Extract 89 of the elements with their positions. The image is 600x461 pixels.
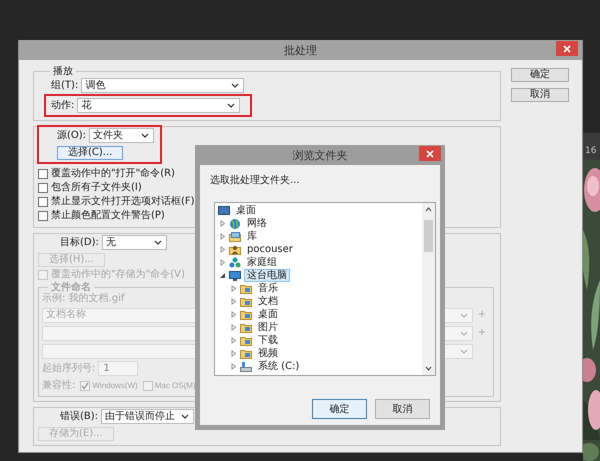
checkbox-label: 禁止颜色配置文件警告(P) [51,210,165,222]
field-label: 动作: [51,100,74,112]
button[interactable]: 确定 [312,399,367,419]
window-title: 批处理 [284,44,317,56]
expand-arrow-icon[interactable] [230,285,237,292]
globe-icon [229,218,241,230]
group-title: 文件命名 [50,282,91,293]
checkbox-label: 覆盖动作中的"存储为"命令(V) [51,269,185,281]
checkbox-label: 包含所有子文件夹(I) [51,182,142,194]
tree-item[interactable]: 这台电脑 [244,269,290,282]
chevron-down-icon [181,414,190,419]
scroll-thumb[interactable] [424,220,433,252]
dropdown[interactable]: 调色 [81,78,244,93]
user-folder-icon [229,244,241,256]
drive-icon [240,360,252,372]
expand-arrow-icon[interactable] [230,363,237,370]
field-label: 组(T): [51,80,78,92]
tree-item[interactable]: 系统 (C:) [255,360,302,373]
folder-stack-icon [229,230,241,242]
expand-arrow-icon[interactable] [219,220,226,227]
checkbox-label: 覆盖动作中的"打开"命令(R) [51,168,175,180]
tree-item[interactable]: 图片 [255,321,281,334]
scroll-up-icon [425,207,432,212]
scrollbar[interactable] [422,203,435,375]
prompt-text: 选取批处理文件夹... [210,174,301,187]
expand-arrow-icon[interactable] [230,311,237,318]
tree-item[interactable]: 网络 [244,217,270,230]
chevron-down-icon [460,312,468,318]
close-button[interactable] [419,146,441,161]
folder-icon [240,334,252,346]
checkbox[interactable] [38,183,48,193]
checkbox-label: Windows(W) [92,380,138,392]
panel-tab-text: 16 [584,145,598,158]
folder-icon [240,308,252,320]
expand-arrow-icon[interactable] [219,259,226,266]
chevron-down-icon [460,348,468,354]
folder-icon [240,348,252,360]
dropdown[interactable]: 无 [102,235,167,250]
expand-arrow-icon[interactable] [219,233,226,240]
example-text: 示例: 我的文档.gif [42,293,124,306]
expand-arrow-icon[interactable] [230,350,237,357]
checkbox[interactable] [38,197,48,207]
tree-item[interactable]: 视频 [255,347,281,360]
expand-arrow-icon[interactable] [219,246,226,253]
checkbox-label: 禁止显示文件打开选项对话框(F) [51,196,195,208]
field-label: 错误(B): [60,410,98,422]
field-label: 起始序列号: [42,362,96,374]
checkbox[interactable] [38,211,48,221]
checkbox-label: Mac OS(M) [154,380,196,392]
close-icon [426,150,434,158]
tree-item[interactable]: pocouser [244,243,296,256]
button[interactable]: 选择(C)... [57,146,124,160]
folder-icon [240,296,252,308]
tree-item[interactable]: 文档 [255,295,281,308]
chevron-down-icon [227,103,236,108]
collapse-arrow-icon[interactable] [219,272,226,279]
close-button[interactable] [556,41,578,56]
expand-arrow-icon[interactable] [230,324,237,331]
field-label: 兼容性: [42,380,76,392]
field-label: 目标(D): [60,236,99,248]
close-icon [563,44,571,52]
field-label: 源(O): [57,130,86,142]
chevron-down-icon [460,330,468,336]
checkbox[interactable] [38,169,48,179]
tree-item[interactable]: 桌面 [233,204,259,217]
tree-item[interactable]: 桌面 [255,308,281,321]
tree-item[interactable]: 下载 [255,334,281,347]
tree-item[interactable]: 家庭组 [244,256,280,269]
tree-item[interactable]: 库 [244,230,260,243]
folder-icon [240,322,252,334]
expand-arrow-icon[interactable] [230,298,237,305]
monitor-icon [229,270,241,282]
screen-icon [218,204,230,216]
chevron-down-icon [231,83,240,88]
folder-icon [240,282,252,294]
button[interactable]: 取消 [511,88,569,102]
group-title: 播放 [52,66,74,77]
dropdown[interactable]: 由于错误而停止 [101,409,194,424]
button[interactable]: 确定 [511,68,569,82]
button[interactable]: 取消 [375,399,430,419]
scroll-down-icon [425,366,432,371]
tree-item[interactable]: 音乐 [255,282,281,295]
dropdown[interactable]: 花 [77,98,240,113]
chevron-down-icon [154,240,162,245]
dropdown[interactable]: 文件夹 [89,128,154,143]
expand-arrow-icon[interactable] [230,337,237,344]
window-title: 浏览文件夹 [292,148,348,162]
group-icon [229,256,241,268]
chevron-down-icon [141,133,150,138]
